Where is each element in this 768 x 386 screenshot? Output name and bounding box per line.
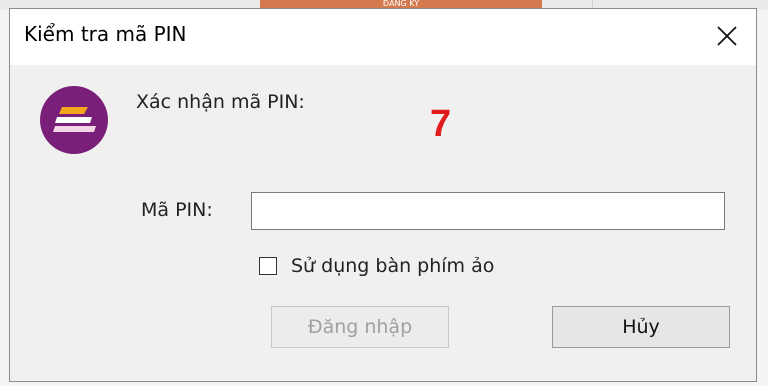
login-button[interactable]: Đăng nhập <box>271 306 449 348</box>
cancel-button[interactable]: Hủy <box>552 306 730 348</box>
confirm-pin-label: Xác nhận mã PIN: <box>136 91 305 113</box>
virtual-keyboard-checkbox[interactable] <box>259 257 277 275</box>
countdown-number: 7 <box>430 103 452 145</box>
dialog-title: Kiểm tra mã PIN <box>24 22 187 46</box>
pin-label: Mã PIN: <box>141 199 213 221</box>
background-register-button: ĐĂNG KÝ <box>260 0 542 8</box>
title-bar: Kiểm tra mã PIN <box>10 9 756 65</box>
pin-input[interactable] <box>251 192 725 230</box>
virtual-keyboard-label[interactable]: Sử dụng bàn phím ảo <box>291 255 494 277</box>
app-logo-icon <box>40 86 108 154</box>
virtual-keyboard-option[interactable]: Sử dụng bàn phím ảo <box>259 255 494 277</box>
close-button[interactable] <box>708 18 746 54</box>
pin-dialog: Kiểm tra mã PIN Xác nhận mã PIN: 7 Mã PI… <box>9 8 757 382</box>
close-icon <box>717 26 737 46</box>
